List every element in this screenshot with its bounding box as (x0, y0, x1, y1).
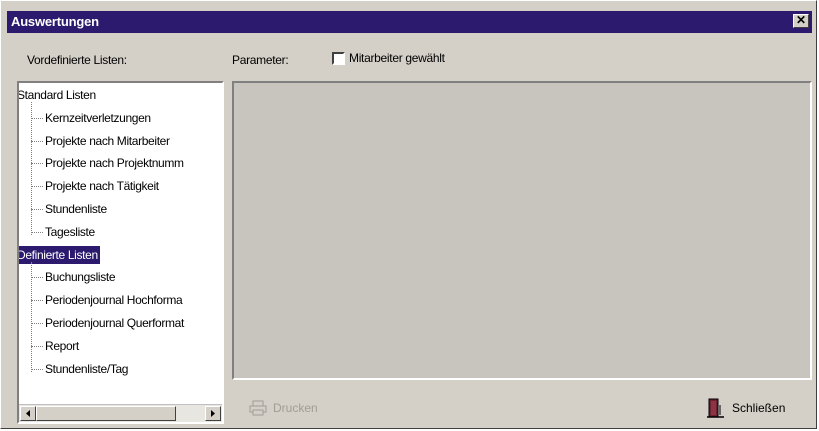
tree-connector (31, 186, 43, 188)
tree-connector (31, 140, 43, 142)
tree-item[interactable]: Report (45, 337, 79, 355)
title-bar: Auswertungen ✕ (7, 11, 812, 33)
tree-group[interactable]: Standard Listen (19, 86, 98, 104)
tree-connector (31, 345, 43, 347)
horizontal-scrollbar[interactable] (19, 404, 222, 422)
predefined-lists-tree[interactable]: Standard Listen Kernzeitverletzungen Proje… (17, 81, 224, 424)
printer-icon (249, 400, 267, 416)
arrow-right-icon (211, 410, 215, 417)
tree-connector (31, 231, 43, 233)
tree-connector (31, 368, 43, 370)
close-window-button[interactable]: ✕ (793, 14, 809, 28)
tree-connector (31, 277, 43, 279)
tree-connector (31, 209, 43, 210)
tree-item[interactable]: Periodenjournal Hochforma (45, 291, 183, 309)
tree-item[interactable]: Projekte nach Mitarbeiter (45, 132, 170, 150)
arrow-left-icon (26, 410, 30, 417)
tree-branch-line (31, 261, 32, 372)
tree-item[interactable]: Projekte nach Projektnumm (45, 154, 184, 172)
mitarbeiter-gewaehlt-checkbox[interactable] (332, 52, 345, 65)
door-exit-icon (707, 398, 724, 418)
scroll-right-button[interactable] (205, 406, 221, 421)
tree-branch-line (31, 102, 32, 235)
tree-item[interactable]: Buchungsliste (45, 268, 116, 286)
print-button[interactable]: Drucken (249, 396, 318, 420)
window-title: Auswertungen (11, 14, 99, 29)
tree-item[interactable]: Kernzeitverletzungen (45, 109, 151, 127)
predefined-lists-label: Vordefinierte Listen: (27, 53, 127, 67)
tree-item[interactable]: Projekte nach Tätigkeit (45, 177, 159, 195)
scroll-thumb[interactable] (36, 406, 176, 421)
tree-item[interactable]: Stundenliste/Tag (45, 360, 128, 378)
scroll-left-button[interactable] (20, 406, 36, 421)
parameters-label: Parameter: (232, 53, 289, 67)
tree-connector (31, 163, 43, 165)
close-button-label: Schließen (732, 401, 786, 415)
mitarbeiter-gewaehlt-label[interactable]: Mitarbeiter gewählt (349, 51, 445, 65)
tree-item[interactable]: Periodenjournal Querformat (45, 314, 184, 332)
tree-connector (31, 117, 43, 119)
tree-connector (31, 300, 43, 302)
tree-connector (31, 323, 43, 324)
tree-item[interactable]: Stundenliste (45, 200, 107, 218)
auswertungen-dialog: Auswertungen ✕ Vordefinierte Listen: Par… (0, 0, 817, 429)
parameters-panel (232, 81, 812, 380)
print-button-label: Drucken (273, 401, 318, 415)
close-button[interactable]: Schließen (706, 396, 785, 420)
tree-item[interactable]: Tagesliste (45, 223, 95, 241)
tree-group[interactable]: Definierte Listen (19, 245, 100, 264)
